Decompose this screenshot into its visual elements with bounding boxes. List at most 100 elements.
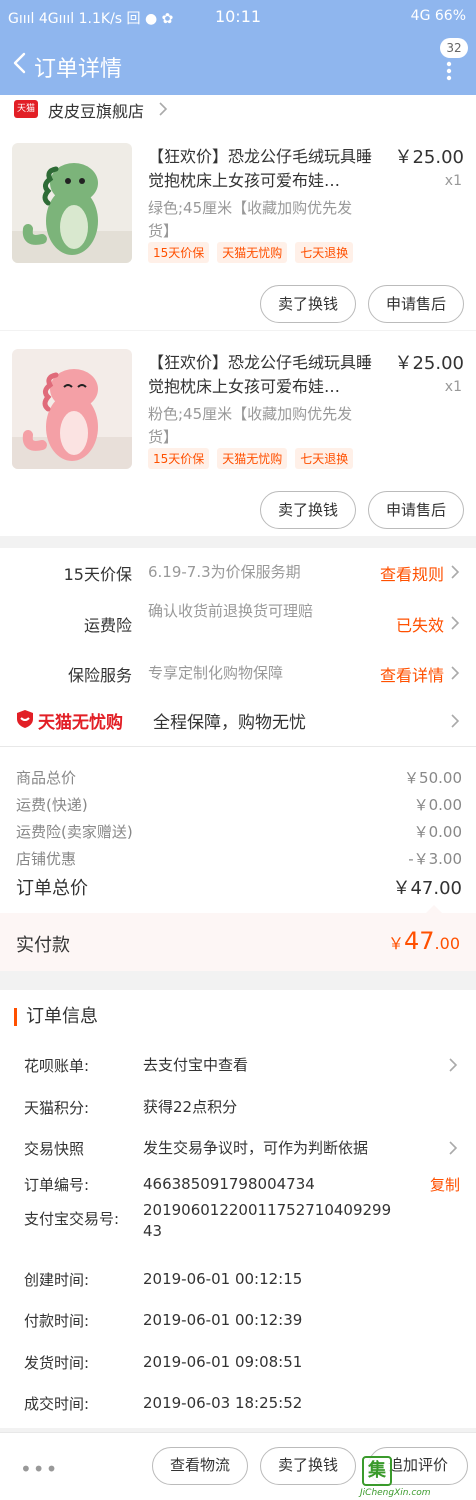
fee-value: ￥50.00 [404,769,462,787]
view-rules-link[interactable]: 查看规则 [380,561,444,585]
service-label: 保险服务 [67,666,132,685]
product-sku: 绿色;45厘米【收藏加购优先发货】 [148,199,353,240]
fee-label: 商品总价 [16,769,77,787]
pointer-triangle-icon [426,905,442,913]
product-price: ￥25.00 [394,147,464,168]
service-tags: 15天价保 天猫无忧购 七天退换 [148,242,361,263]
order-number: 466385091798004734 [143,1175,315,1193]
chevron-right-icon [451,714,460,728]
deal-time: 2019-06-03 18:25:52 [143,1394,303,1412]
order-info-title: 订单信息 [14,1008,98,1026]
info-label: 花呗账单: [24,1057,90,1075]
paid-amount-row: 实付款 ￥47.00 [0,905,476,971]
message-count-badge[interactable]: 32 [440,38,468,58]
service-row-shipping-insurance[interactable]: 运费险 确认收货前退换货可理赔 已失效 [0,596,476,650]
fee-label: 店铺优惠 [16,850,77,868]
fee-row-shop-discount: 店铺优惠 -￥3.00 [16,846,462,872]
shop-row[interactable]: 天猫 皮皮豆旗舰店 [0,95,476,125]
chevron-right-icon [159,102,168,116]
expired-status-link[interactable]: 已失效 [396,612,444,636]
tmall-shield-icon [17,710,33,728]
after-sale-button[interactable]: 申请售后 [368,285,464,323]
sell-button[interactable]: 卖了换钱 [260,285,356,323]
fee-row-shipping-insurance: 运费险(卖家赠送) ￥0.00 [16,819,462,845]
service-description: 专享定制化购物保障 [148,664,284,682]
status-time: 10:11 [214,7,262,26]
sell-button[interactable]: 卖了换钱 [260,491,356,529]
service-label: 15天价保 [63,565,132,584]
view-logistics-button[interactable]: 查看物流 [152,1447,248,1485]
paid-currency: ￥ [387,934,404,953]
fee-value: ￥0.00 [413,796,462,814]
chevron-right-icon[interactable] [448,1057,458,1073]
fee-row-goods-total: 商品总价 ￥50.00 [16,765,462,791]
back-icon[interactable] [10,52,32,74]
product-title[interactable]: 【狂欢价】恐龙公仔毛绒玩具睡觉抱枕床上女孩可爱布娃… [148,145,380,193]
watermark-text: JiChengXin.com [360,1488,431,1498]
product-title[interactable]: 【狂欢价】恐龙公仔毛绒玩具睡觉抱枕床上女孩可爱布娃… [148,351,380,399]
service-row-price-protect[interactable]: 15天价保 6.19-7.3为价保服务期 查看规则 [0,548,476,596]
shop-name[interactable]: 皮皮豆旗舰店 [48,98,144,122]
fee-label: 运费险(卖家赠送) [16,823,133,841]
fee-label: 运费(快递) [16,796,88,814]
pay-time: 2019-06-01 00:12:39 [143,1311,303,1329]
ship-time: 2019-06-01 09:08:51 [143,1353,303,1371]
info-label: 订单编号: [24,1176,90,1194]
paid-decimal: .00 [434,934,460,953]
service-description: 确认收货前退换货可理赔 [148,602,314,620]
chevron-right-icon[interactable] [448,1140,458,1156]
price-summary: 商品总价 ￥50.00 运费(快递) ￥0.00 运费险(卖家赠送) ￥0.00… [0,747,476,913]
info-label: 发货时间: [24,1354,90,1372]
assurance-brand: 天猫无忧购 [38,713,123,733]
assurance-text: 全程保障，购物无忧 [153,713,306,733]
status-bar: Gıııl 4Gıııl 1.1K/s 回 ● ✿ 10:11 4G 66% [0,0,476,32]
paid-integer: 47 [404,927,435,955]
view-details-link[interactable]: 查看详情 [380,662,444,686]
watermark-char: 集 [362,1456,392,1486]
nav-bar: 订单详情 32 [0,38,476,90]
header: Gıııl 4Gıııl 1.1K/s 回 ● ✿ 10:11 4G 66% 订… [0,0,476,95]
info-label: 创建时间: [24,1271,90,1289]
order-item[interactable]: 【狂欢价】恐龙公仔毛绒玩具睡觉抱枕床上女孩可爱布娃… 绿色;45厘米【收藏加购优… [0,125,476,330]
tag-tmall-worry-free: 天猫无忧购 [217,242,288,263]
alipay-trade-number: 2019060122001175271040929943 [143,1201,392,1240]
page-title: 订单详情 [34,57,123,82]
service-row-insurance[interactable]: 保险服务 专享定制化购物保障 查看详情 [0,650,476,695]
trade-snapshot-link[interactable]: 发生交易争议时，可作为判断依据 [143,1138,443,1159]
tmall-assurance-row[interactable]: 天猫无忧购 全程保障，购物无忧 [0,695,476,747]
tmall-logo: 天猫 [14,100,38,118]
fee-value: -￥3.00 [408,850,462,868]
watermark-logo: 集 JiChengXin.com [360,1452,476,1500]
status-battery: 4G 66% [410,8,466,24]
fee-row-shipping: 运费(快递) ￥0.00 [16,792,462,818]
info-label: 交易快照 [24,1140,85,1158]
service-label: 运费险 [83,616,132,635]
chevron-right-icon [451,565,460,579]
fee-value: ￥0.00 [413,823,462,841]
info-label: 天猫积分: [24,1099,90,1117]
more-actions-button[interactable]: ••• [20,1457,58,1481]
huabei-bill-link[interactable]: 去支付宝中查看 [143,1055,398,1076]
info-value: 获得22点积分 [143,1098,238,1116]
chevron-right-icon [451,666,460,680]
tag-price-protect: 15天价保 [148,242,210,263]
sell-button[interactable]: 卖了换钱 [260,1447,356,1485]
order-item[interactable]: 【狂欢价】恐龙公仔毛绒玩具睡觉抱枕床上女孩可爱布娃… 粉色;45厘米【收藏加购优… [0,331,476,536]
info-label: 成交时间: [24,1395,90,1413]
tag-tmall-worry-free: 天猫无忧购 [217,448,288,469]
tag-seven-day-return: 七天退换 [295,242,354,263]
create-time: 2019-06-01 00:12:15 [143,1270,303,1288]
product-thumbnail-pink-dinosaur[interactable] [12,349,132,469]
product-price: ￥25.00 [394,353,464,374]
info-label: 支付宝交易号: [24,1210,120,1228]
info-label: 付款时间: [24,1312,90,1330]
tag-price-protect: 15天价保 [148,448,210,469]
paid-value: ￥47.00 [388,927,460,955]
copy-button[interactable]: 复制 [430,1174,460,1195]
after-sale-button[interactable]: 申请售后 [368,491,464,529]
product-sku: 粉色;45厘米【收藏加购优先发货】 [148,405,353,446]
product-thumbnail-green-dinosaur[interactable] [12,143,132,263]
order-total-row: 订单总价 ￥47.00 [16,874,462,900]
service-tags: 15天价保 天猫无忧购 七天退换 [148,448,361,469]
paid-label: 实付款 [16,935,70,956]
